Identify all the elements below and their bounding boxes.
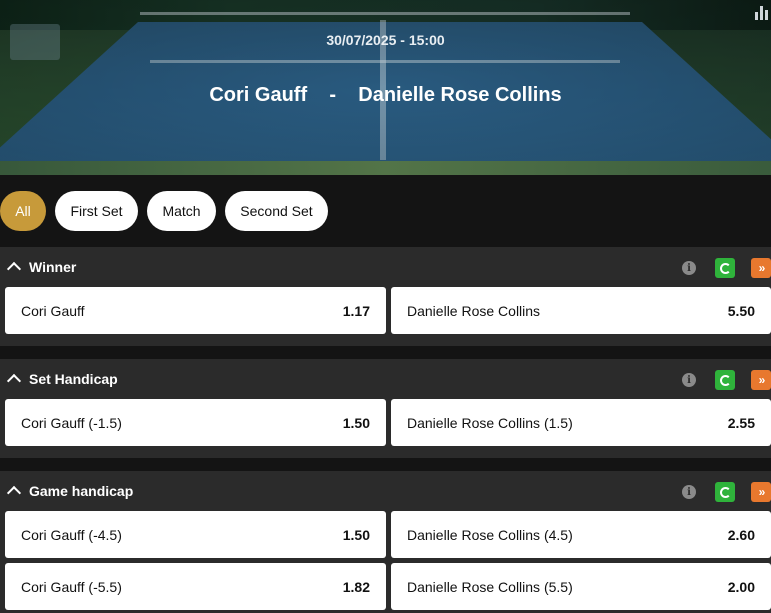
selection-label: Danielle Rose Collins (5.5) <box>407 578 573 595</box>
filter-tab-first-set[interactable]: First Set <box>55 191 138 231</box>
selection-price: 1.50 <box>342 526 370 543</box>
selection-label: Cori Gauff (-4.5) <box>21 526 122 543</box>
cashout-icon[interactable] <box>715 482 735 502</box>
selection-price: 2.00 <box>727 578 755 595</box>
match-datetime: 30/07/2025 - 15:00 <box>326 32 445 48</box>
market-header[interactable]: Winner i » <box>0 247 771 287</box>
selection-price: 1.82 <box>342 578 370 595</box>
filter-tab-all[interactable]: All <box>0 191 46 231</box>
odds-button[interactable]: Danielle Rose Collins 5.50 <box>391 287 771 334</box>
selection-price: 5.50 <box>727 302 755 319</box>
market-game-handicap: Game handicap i » Cori Gauff (-4.5) 1.50… <box>0 471 771 613</box>
info-icon[interactable]: i <box>682 485 696 499</box>
match-header-banner: 30/07/2025 - 15:00 Cori Gauff - Danielle… <box>0 0 771 175</box>
market-title: Set Handicap <box>29 371 118 387</box>
cashout-icon[interactable] <box>715 370 735 390</box>
odds-button[interactable]: Cori Gauff (-4.5) 1.50 <box>5 511 386 558</box>
selection-price: 1.17 <box>342 302 370 319</box>
market-set-handicap: Set Handicap i » Cori Gauff (-1.5) 1.50 … <box>0 359 771 458</box>
selection-label: Cori Gauff (-5.5) <box>21 578 122 595</box>
selection-label: Danielle Rose Collins (4.5) <box>407 526 573 543</box>
info-icon[interactable]: i <box>682 373 696 387</box>
market-header[interactable]: Game handicap i » <box>0 471 771 511</box>
hero-bottom-strip <box>0 161 771 175</box>
market-winner: Winner i » Cori Gauff 1.17 Danielle Rose… <box>0 247 771 346</box>
market-title: Game handicap <box>29 483 134 499</box>
cashout-icon[interactable] <box>715 258 735 278</box>
odds-button[interactable]: Cori Gauff (-1.5) 1.50 <box>5 399 386 446</box>
market-title: Winner <box>29 259 77 275</box>
selection-label: Danielle Rose Collins <box>407 302 541 319</box>
odds-row: Cori Gauff (-4.5) 1.50 Danielle Rose Col… <box>0 511 771 563</box>
odds-button[interactable]: Cori Gauff 1.17 <box>5 287 386 334</box>
players-separator: - <box>329 84 337 106</box>
odds-row: Cori Gauff 1.17 Danielle Rose Collins 5.… <box>0 287 771 339</box>
away-player-name: Danielle Rose Collins <box>358 84 562 106</box>
chevron-up-icon[interactable] <box>6 371 22 387</box>
bar-chart-icon[interactable] <box>755 6 769 20</box>
odds-button[interactable]: Danielle Rose Collins (1.5) 2.55 <box>391 399 771 446</box>
odds-button[interactable]: Danielle Rose Collins (4.5) 2.60 <box>391 511 771 558</box>
home-player-name: Cori Gauff <box>209 84 308 106</box>
selection-price: 1.50 <box>342 414 370 431</box>
selection-label: Danielle Rose Collins (1.5) <box>407 414 573 431</box>
selection-price: 2.60 <box>727 526 755 543</box>
double-chevron-right-icon[interactable]: » <box>751 370 771 390</box>
odds-row: Cori Gauff (-1.5) 1.50 Danielle Rose Col… <box>0 399 771 451</box>
selection-label: Cori Gauff <box>21 302 85 319</box>
chevron-up-icon[interactable] <box>6 483 22 499</box>
selection-label: Cori Gauff (-1.5) <box>21 414 122 431</box>
chevron-up-icon[interactable] <box>6 259 22 275</box>
double-chevron-right-icon[interactable]: » <box>751 258 771 278</box>
info-icon[interactable]: i <box>682 261 696 275</box>
match-title: Cori Gauff - Danielle Rose Collins <box>0 84 771 107</box>
selection-price: 2.55 <box>727 414 755 431</box>
double-chevron-right-icon[interactable]: » <box>751 482 771 502</box>
filter-tab-second-set[interactable]: Second Set <box>225 191 328 231</box>
market-filter-tabs: All First Set Match Second Set <box>0 191 328 231</box>
market-header[interactable]: Set Handicap i » <box>0 359 771 399</box>
filter-tab-match[interactable]: Match <box>147 191 216 231</box>
odds-button[interactable]: Cori Gauff (-5.5) 1.82 <box>5 563 386 610</box>
odds-button[interactable]: Danielle Rose Collins (5.5) 2.00 <box>391 563 771 610</box>
odds-row: Cori Gauff (-5.5) 1.82 Danielle Rose Col… <box>0 563 771 613</box>
